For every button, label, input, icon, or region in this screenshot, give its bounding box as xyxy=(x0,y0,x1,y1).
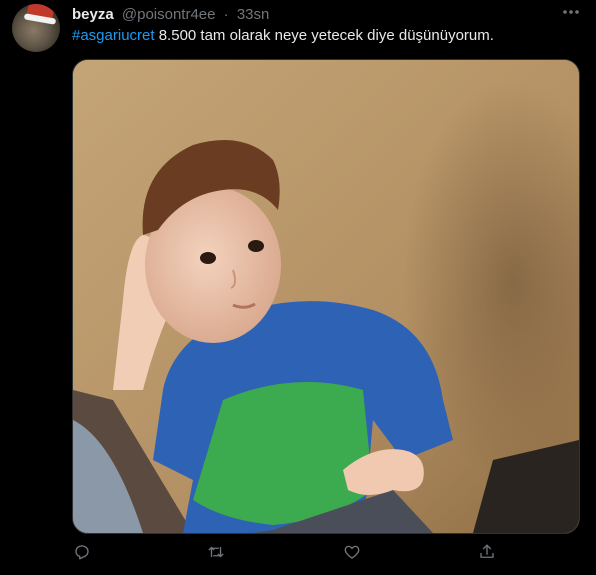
tweet-header: beyza @poisontr4ee · 33sn xyxy=(72,6,269,24)
left-eye xyxy=(200,252,216,264)
more-options-button[interactable] xyxy=(560,6,582,24)
tweet-photo[interactable] xyxy=(72,59,580,534)
more-horizontal-icon xyxy=(563,10,579,14)
retweet-icon xyxy=(208,546,224,558)
author-handle[interactable]: @poisontr4ee xyxy=(122,6,216,23)
reply-button[interactable] xyxy=(70,540,94,564)
tweet-timestamp[interactable]: 33sn xyxy=(237,6,270,23)
tweet-body-text: 8.500 tam olarak neye yetecek diye düşün… xyxy=(154,27,494,44)
tweet[interactable]: beyza @poisontr4ee · 33sn #asgariucret 8… xyxy=(0,0,596,575)
right-eye xyxy=(248,240,264,252)
share-icon xyxy=(480,544,494,558)
share-button[interactable] xyxy=(475,540,499,564)
reply-icon xyxy=(75,545,89,560)
author-name[interactable]: beyza xyxy=(72,6,114,23)
avatar[interactable] xyxy=(12,4,60,52)
tweet-actions xyxy=(72,540,578,566)
retweet-button[interactable] xyxy=(204,540,228,564)
photo-illustration xyxy=(73,60,579,533)
header-separator: · xyxy=(223,6,229,23)
heart-icon xyxy=(344,545,360,559)
tweet-text: #asgariucret 8.500 tam olarak neye yetec… xyxy=(72,26,582,46)
like-button[interactable] xyxy=(340,540,364,564)
hashtag-link[interactable]: #asgariucret xyxy=(72,27,155,44)
